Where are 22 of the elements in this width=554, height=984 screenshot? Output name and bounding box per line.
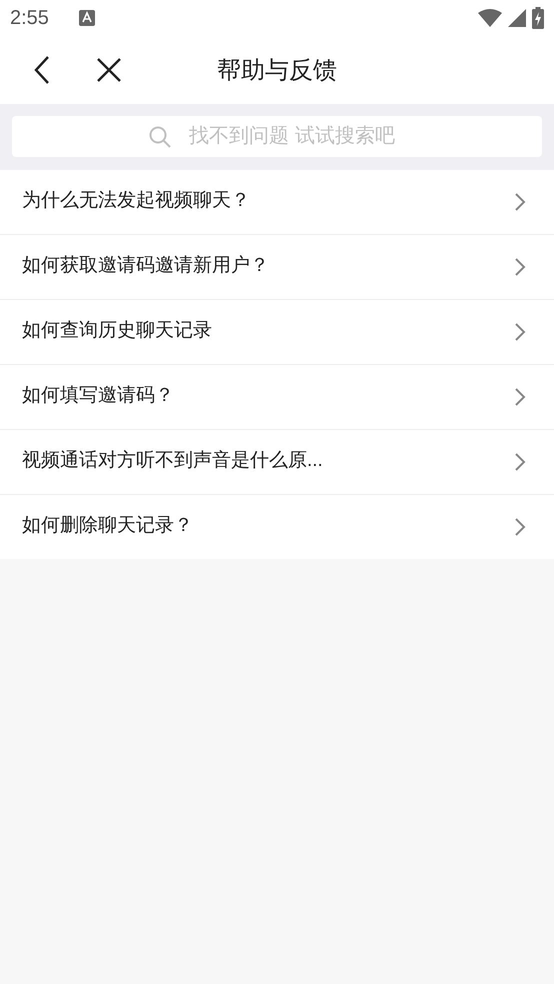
- chevron-icon: [514, 322, 526, 342]
- chevron-icon: [514, 517, 526, 537]
- question-item[interactable]: 视频通话对方听不到声音是什么原...: [0, 429, 554, 494]
- wifi-icon: [478, 9, 502, 27]
- chevron-icon: [514, 387, 526, 407]
- back-button[interactable]: [32, 55, 52, 85]
- page-title: 帮助与反馈: [217, 56, 337, 86]
- chevron-icon: [514, 257, 526, 277]
- close-button[interactable]: [96, 57, 122, 83]
- question-item[interactable]: 如何删除聊天记录？: [0, 494, 554, 559]
- status-time: 2:55: [10, 6, 49, 30]
- search-icon: [149, 126, 171, 148]
- search-field[interactable]: 找不到问题 试试搜索吧: [12, 116, 542, 157]
- question-item[interactable]: 如何查询历史聊天记录: [0, 299, 554, 364]
- battery-icon: [532, 7, 544, 29]
- signal-icon: [508, 9, 526, 27]
- keyboard-icon: [78, 10, 95, 26]
- chevron-icon: [514, 192, 526, 212]
- question-item[interactable]: 为什么无法发起视频聊天？: [0, 170, 554, 234]
- chevron-icon: [514, 452, 526, 472]
- question-item[interactable]: 如何获取邀请码邀请新用户？: [0, 234, 554, 299]
- question-item[interactable]: 如何填写邀请码？: [0, 364, 554, 429]
